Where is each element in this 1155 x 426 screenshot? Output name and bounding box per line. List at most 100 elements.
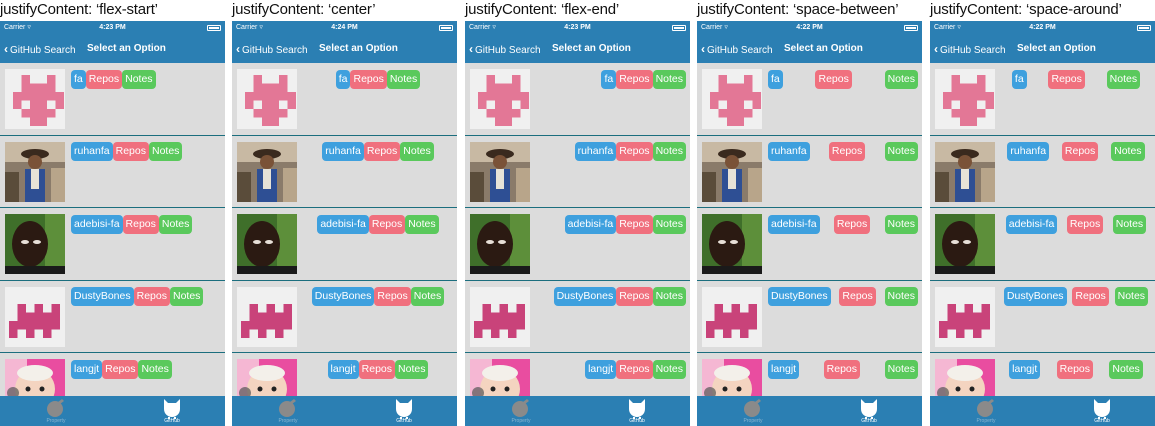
back-button[interactable]: ‹ GitHub Search (469, 35, 541, 63)
repos-button[interactable]: Repos (616, 359, 653, 379)
list-item[interactable]: ruhanfa Repos Notes (697, 136, 922, 208)
notes-button[interactable]: Notes (148, 142, 183, 161)
list-item[interactable]: adebisi-fa Repos Notes (697, 208, 922, 281)
tab-property[interactable]: Property (491, 396, 551, 426)
tab-github[interactable]: GitHub (607, 396, 667, 426)
list-item[interactable]: langjt Repos Notes (930, 353, 1155, 396)
notes-button[interactable]: Notes (884, 142, 918, 161)
notes-button[interactable]: Notes (652, 214, 686, 234)
notes-button[interactable]: Notes (652, 359, 686, 379)
list-item[interactable]: adebisi-fa Repos Notes (0, 208, 225, 281)
list-item[interactable]: fa Repos Notes (232, 63, 457, 136)
repos-button[interactable]: Repos (112, 142, 149, 161)
username-button[interactable]: DustyBones (71, 287, 134, 306)
repos-button[interactable]: Repos (616, 287, 653, 306)
repos-button[interactable]: Repos (616, 214, 653, 234)
back-button[interactable]: ‹ GitHub Search (4, 35, 76, 63)
list-item[interactable]: DustyBones Repos Notes (0, 281, 225, 353)
repos-button[interactable]: Repos (368, 214, 406, 234)
username-button[interactable]: DustyBones (768, 287, 831, 306)
list-item[interactable]: adebisi-fa Repos Notes (465, 208, 690, 281)
repos-button[interactable]: Repos (616, 142, 653, 161)
list-item[interactable]: DustyBones Repos Notes (232, 281, 457, 353)
notes-button[interactable]: Notes (1109, 359, 1143, 379)
username-button[interactable]: DustyBones (311, 287, 375, 306)
tab-github[interactable]: GitHub (839, 396, 899, 426)
back-button[interactable]: ‹ GitHub Search (701, 35, 773, 63)
list-item[interactable]: DustyBones Repos Notes (930, 281, 1155, 353)
tab-property[interactable]: Property (26, 396, 86, 426)
username-button[interactable]: adebisi-fa (1005, 214, 1058, 234)
list-item[interactable]: fa Repos Notes (0, 63, 225, 136)
list-item[interactable]: adebisi-fa Repos Notes (930, 208, 1155, 281)
back-button[interactable]: ‹ GitHub Search (236, 35, 308, 63)
username-button[interactable]: fa (71, 69, 86, 89)
notes-button[interactable]: Notes (1114, 287, 1149, 306)
list-item[interactable]: fa Repos Notes (697, 63, 922, 136)
repos-button[interactable]: Repos (828, 142, 866, 161)
tab-github[interactable]: GitHub (1072, 396, 1132, 426)
username-button[interactable]: fa (768, 69, 783, 89)
repos-button[interactable]: Repos (122, 214, 159, 234)
username-button[interactable]: DustyBones (553, 287, 617, 306)
notes-button[interactable]: Notes (386, 69, 421, 89)
username-button[interactable]: adebisi-fa (317, 214, 369, 234)
repos-button[interactable]: Repos (374, 287, 411, 306)
list-item[interactable]: langjt Repos Notes (0, 353, 225, 396)
list-item[interactable]: DustyBones Repos Notes (465, 281, 690, 353)
username-button[interactable]: fa (1011, 69, 1027, 89)
username-button[interactable]: langjt (327, 359, 359, 379)
username-button[interactable]: adebisi-fa (564, 214, 617, 234)
username-button[interactable]: ruhanfa (574, 142, 617, 161)
username-button[interactable]: fa (601, 69, 617, 89)
notes-button[interactable]: Notes (652, 69, 686, 89)
notes-button[interactable]: Notes (400, 142, 434, 161)
repos-button[interactable]: Repos (363, 142, 401, 161)
back-button[interactable]: ‹ GitHub Search (934, 35, 1006, 63)
notes-button[interactable]: Notes (138, 359, 172, 379)
notes-button[interactable]: Notes (410, 287, 445, 306)
notes-button[interactable]: Notes (652, 142, 686, 161)
repos-button[interactable]: Repos (85, 69, 123, 89)
list-item[interactable]: ruhanfa Repos Notes (0, 136, 225, 208)
repos-button[interactable]: Repos (133, 287, 170, 306)
username-button[interactable]: fa (335, 69, 351, 89)
repos-button[interactable]: Repos (815, 69, 852, 89)
list-item[interactable]: langjt Repos Notes (697, 353, 922, 396)
notes-button[interactable]: Notes (884, 214, 918, 234)
list-item[interactable]: ruhanfa Repos Notes (930, 136, 1155, 208)
notes-button[interactable]: Notes (169, 287, 204, 306)
username-button[interactable]: langjt (768, 359, 800, 379)
notes-button[interactable]: Notes (405, 214, 439, 234)
list-item[interactable]: fa Repos Notes (930, 63, 1155, 136)
list-item[interactable]: langjt Repos Notes (465, 353, 690, 396)
repos-button[interactable]: Repos (1061, 142, 1099, 161)
tab-property[interactable]: Property (258, 396, 318, 426)
tab-property[interactable]: Property (956, 396, 1016, 426)
username-button[interactable]: ruhanfa (1007, 142, 1050, 161)
repos-button[interactable]: Repos (823, 359, 861, 379)
username-button[interactable]: ruhanfa (768, 142, 810, 161)
list-item[interactable]: adebisi-fa Repos Notes (232, 208, 457, 281)
list-item[interactable]: DustyBones Repos Notes (697, 281, 922, 353)
username-button[interactable]: DustyBones (1003, 287, 1067, 306)
repos-button[interactable]: Repos (1048, 69, 1085, 89)
notes-button[interactable]: Notes (884, 69, 918, 89)
list-item[interactable]: ruhanfa Repos Notes (465, 136, 690, 208)
notes-button[interactable]: Notes (1112, 214, 1147, 234)
username-button[interactable]: ruhanfa (322, 142, 364, 161)
repos-button[interactable]: Repos (1066, 214, 1104, 234)
list-item[interactable]: fa Repos Notes (465, 63, 690, 136)
username-button[interactable]: adebisi-fa (768, 214, 820, 234)
tab-property[interactable]: Property (723, 396, 783, 426)
notes-button[interactable]: Notes (122, 69, 156, 89)
repos-button[interactable]: Repos (1056, 359, 1093, 379)
list-item[interactable]: ruhanfa Repos Notes (232, 136, 457, 208)
list-item[interactable]: langjt Repos Notes (232, 353, 457, 396)
tab-github[interactable]: GitHub (374, 396, 434, 426)
notes-button[interactable]: Notes (1106, 69, 1141, 89)
notes-button[interactable]: Notes (1111, 142, 1145, 161)
notes-button[interactable]: Notes (652, 287, 686, 306)
username-button[interactable]: langjt (585, 359, 617, 379)
repos-button[interactable]: Repos (616, 69, 653, 89)
